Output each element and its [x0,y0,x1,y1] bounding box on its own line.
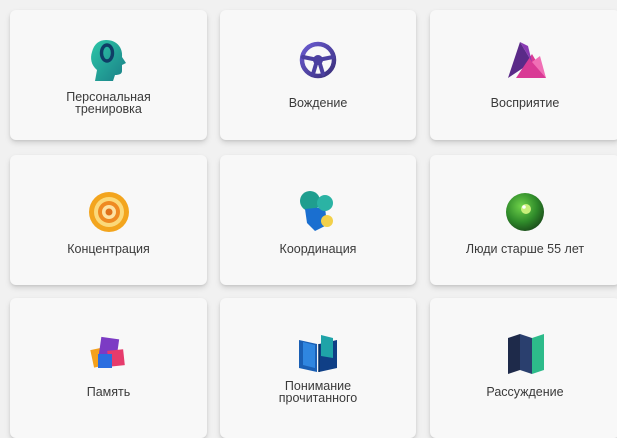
tile-label: Вождение [288,96,348,110]
prism-icon [502,36,548,82]
green-orb-icon [502,189,548,235]
steering-wheel-icon [295,36,341,82]
tile-personal-training[interactable]: Персональная тренировка [10,10,207,140]
tile-label: Координация [279,242,357,256]
tile-perception[interactable]: Восприятие [430,10,617,140]
tile-reading[interactable]: Понимание прочитанного [220,298,416,438]
head-profile-icon [86,36,132,82]
tile-label: Люди старше 55 лет [465,242,585,256]
tile-memory[interactable]: Память [10,298,207,438]
tile-label: Восприятие [490,96,560,110]
tile-driving[interactable]: Вождение [220,10,416,140]
tile-label: Память [86,385,131,399]
tile-concentration[interactable]: Концентрация [10,155,207,285]
tile-label: Персональная тренировка [66,90,151,116]
tile-seniors[interactable]: Люди старше 55 лет [430,155,617,285]
stacked-cards-icon [86,330,132,376]
tile-label: Понимание прочитанного [278,379,358,405]
tile-label: Концентрация [67,242,150,256]
tile-label: Рассуждение [486,385,564,399]
folded-map-icon [502,330,548,376]
open-book-icon [295,330,341,376]
tile-coordination[interactable]: Координация [220,155,416,285]
target-icon [86,189,132,235]
tile-reasoning[interactable]: Рассуждение [430,298,617,438]
coordination-shapes-icon [295,189,341,235]
